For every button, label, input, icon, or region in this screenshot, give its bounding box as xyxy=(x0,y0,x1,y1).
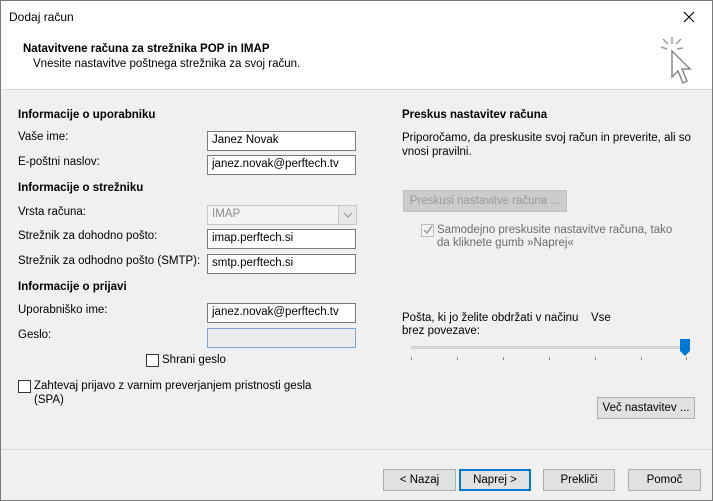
username-label: Uporabniško ime: xyxy=(18,304,108,316)
outgoing-server-input[interactable]: smtp.perftech.si xyxy=(207,254,356,274)
auto-test-label-line1: Samodejno preskusite nastavitve računa, … xyxy=(437,224,673,236)
slider-tick xyxy=(503,357,504,360)
dialog-header: Natavitvene računa za strežnika POP in I… xyxy=(1,32,712,90)
email-label: E-poštni naslov: xyxy=(18,156,100,168)
account-type-label: Vrsta računa: xyxy=(18,206,86,218)
user-info-heading: Informacije o uporabniku xyxy=(18,109,156,121)
help-button[interactable]: Pomoč xyxy=(628,469,701,491)
email-input[interactable]: janez.novak@perftech.tv xyxy=(207,155,356,175)
slider-tick xyxy=(549,357,550,360)
name-input[interactable]: Janez Novak xyxy=(207,131,356,151)
offline-slider-track[interactable] xyxy=(411,346,687,349)
more-settings-button[interactable]: Več nastavitev ... xyxy=(597,397,695,419)
account-type-select[interactable]: IMAP xyxy=(207,205,357,225)
offline-mail-label-line2: brez povezave: xyxy=(402,325,480,337)
test-description-line2: vnosi pravilni. xyxy=(402,146,472,158)
close-button[interactable] xyxy=(666,1,712,32)
spa-label-line1: Zahtevaj prijavo z varnim preverjanjem p… xyxy=(34,380,312,392)
back-button[interactable]: < Nazaj xyxy=(383,469,456,491)
cancel-button[interactable]: Prekliči xyxy=(543,469,615,491)
login-info-heading: Informacije o prijavi xyxy=(18,281,127,293)
remember-password-checkbox[interactable] xyxy=(146,354,159,367)
slider-tick xyxy=(411,357,412,360)
offline-mail-value: Vse xyxy=(591,312,611,324)
test-settings-heading: Preskus nastavitev računa xyxy=(402,109,548,121)
name-label: Vaše ime: xyxy=(18,131,69,143)
header-title: Natavitvene računa za strežnika POP in I… xyxy=(23,43,270,55)
header-subtitle: Vnesite nastavitve poštnega strežnika za… xyxy=(33,58,301,70)
close-icon xyxy=(683,11,695,22)
cursor-click-icon xyxy=(660,37,692,85)
password-label: Geslo: xyxy=(18,329,52,341)
spa-checkbox[interactable] xyxy=(18,380,31,393)
slider-tick xyxy=(686,357,687,360)
footer-divider xyxy=(1,449,712,450)
next-button[interactable]: Naprej > xyxy=(459,469,531,491)
server-info-heading: Informacije o strežniku xyxy=(18,182,144,194)
checkmark-icon xyxy=(423,225,433,235)
remember-password-label: Shrani geslo xyxy=(162,354,226,366)
incoming-server-label: Strežnik za dohodno pošto: xyxy=(18,230,158,242)
title-bar: Dodaj račun xyxy=(1,1,712,32)
auto-test-checkbox[interactable] xyxy=(421,224,434,237)
test-description-line1: Priporočamo, da preskusite svoj račun in… xyxy=(402,132,691,144)
add-account-dialog: Dodaj račun Natavitvene računa za strežn… xyxy=(0,0,713,501)
dialog-content: Informacije o uporabniku Vaše ime: Janez… xyxy=(1,91,712,448)
spa-label-line2: (SPA) xyxy=(34,394,64,406)
chevron-down-icon xyxy=(338,206,356,224)
offline-mail-label-line1: Pošta, ki jo želite obdržati v načinu xyxy=(402,312,579,324)
slider-tick xyxy=(641,357,642,360)
offline-slider-thumb[interactable] xyxy=(680,339,690,356)
username-input[interactable]: janez.novak@perftech.tv xyxy=(207,303,356,323)
auto-test-label-line2: da kliknete gumb »Naprej« xyxy=(437,237,574,249)
outgoing-server-label: Strežnik za odhodno pošto (SMTP): xyxy=(18,255,201,267)
password-input[interactable] xyxy=(207,328,356,348)
test-settings-button[interactable]: Preskusi nastavitve računa ... xyxy=(403,190,567,212)
slider-tick xyxy=(457,357,458,360)
account-type-value: IMAP xyxy=(212,208,241,220)
incoming-server-input[interactable]: imap.perftech.si xyxy=(207,229,356,249)
window-title: Dodaj račun xyxy=(9,10,74,24)
slider-tick xyxy=(595,357,596,360)
